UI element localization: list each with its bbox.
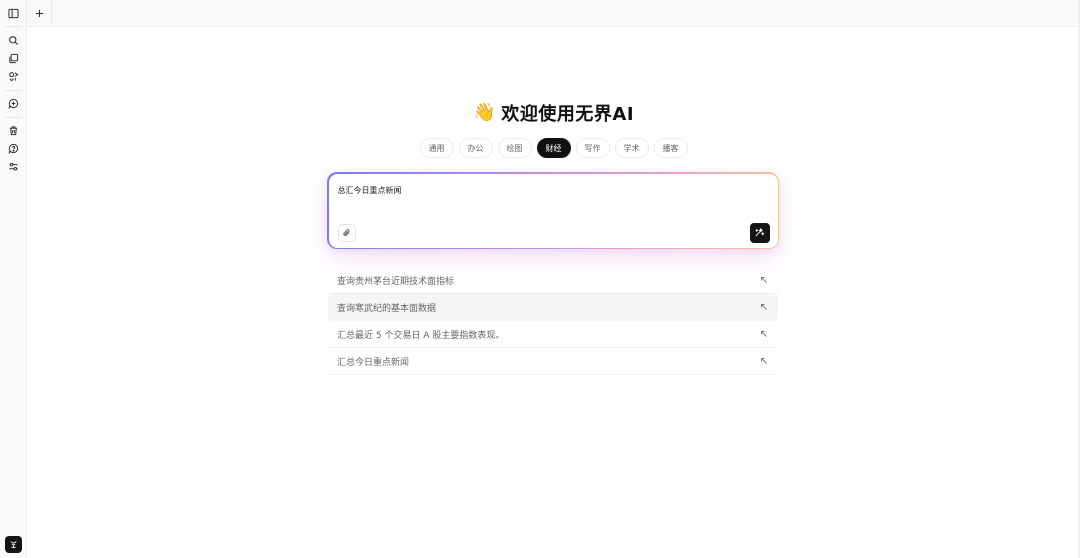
paperclip-icon — [342, 228, 349, 236]
tab-writing[interactable]: 写作 — [575, 138, 610, 158]
rail-divider — [5, 117, 22, 118]
attach-button[interactable] — [337, 223, 356, 242]
tab-bar — [27, 0, 1080, 27]
copy-icon[interactable] — [5, 50, 22, 67]
suggestion-text: 查询贵州茅台近期技术面指标 — [337, 276, 455, 287]
trash-icon[interactable] — [5, 122, 22, 139]
tab-podcast[interactable]: 播客 — [653, 138, 688, 158]
suggestion-text: 汇总最近 5 个交易日 A 股主要指数表现。 — [337, 330, 505, 341]
sliders-icon[interactable] — [5, 158, 22, 175]
arrow-up-left-icon — [761, 331, 767, 337]
arrow-up-left-icon — [761, 358, 767, 364]
wave-emoji: 👋 — [472, 102, 496, 123]
tab-finance[interactable]: 财经 — [536, 138, 571, 158]
tab-general[interactable]: 通用 — [419, 138, 454, 158]
suggestion-text: 汇总今日重点新闻 — [337, 357, 410, 368]
add-chat-icon[interactable] — [5, 95, 22, 112]
suggestion-item[interactable]: 查询寒武纪的基本面数据 — [328, 294, 778, 321]
send-button[interactable] — [749, 222, 770, 243]
category-tabs: 通用 办公 绘图 财经 写作 学术 播客 — [27, 138, 1080, 158]
sidebar-toggle-icon[interactable] — [5, 5, 22, 22]
apps-icon[interactable] — [5, 68, 22, 85]
new-tab-button[interactable] — [27, 0, 52, 26]
left-rail — [0, 0, 27, 558]
prompt-inner: 总汇今日重点新闻 — [328, 173, 778, 248]
rail-divider — [5, 26, 22, 27]
arrow-up-left-icon — [761, 304, 767, 310]
suggestion-list: 查询贵州茅台近期技术面指标 查询寒武纪的基本面数据 汇总最近 5 个交易日 A … — [328, 267, 778, 375]
page-title: 欢迎使用无界AI — [501, 104, 635, 125]
suggestion-item[interactable]: 查询贵州茅台近期技术面指标 — [328, 267, 778, 294]
tab-drawing[interactable]: 绘图 — [497, 138, 532, 158]
search-icon[interactable] — [5, 32, 22, 49]
tab-academic[interactable]: 学术 — [614, 138, 649, 158]
greeting: 👋 欢迎使用无界AI — [27, 100, 1080, 126]
tab-office[interactable]: 办公 — [458, 138, 493, 158]
app-window: 👋 欢迎使用无界AI 通用 办公 绘图 财经 写作 学术 播客 总汇今日重点新闻 — [0, 0, 1080, 558]
suggestion-item[interactable]: 汇总今日重点新闻 — [328, 348, 778, 375]
user-avatar[interactable] — [5, 536, 22, 553]
plus-icon — [35, 9, 43, 17]
suggestion-item[interactable]: 汇总最近 5 个交易日 A 股主要指数表现。 — [328, 321, 778, 348]
help-icon[interactable] — [5, 140, 22, 157]
rail-divider — [5, 90, 22, 91]
prompt-box: 总汇今日重点新闻 — [327, 172, 779, 249]
suggestion-text: 查询寒武纪的基本面数据 — [337, 303, 437, 314]
sparkle-icon — [755, 227, 765, 237]
prompt-input[interactable]: 总汇今日重点新闻 — [338, 185, 402, 196]
arrow-up-left-icon — [761, 277, 767, 283]
main-content: 👋 欢迎使用无界AI 通用 办公 绘图 财经 写作 学术 播客 总汇今日重点新闻 — [27, 27, 1080, 558]
